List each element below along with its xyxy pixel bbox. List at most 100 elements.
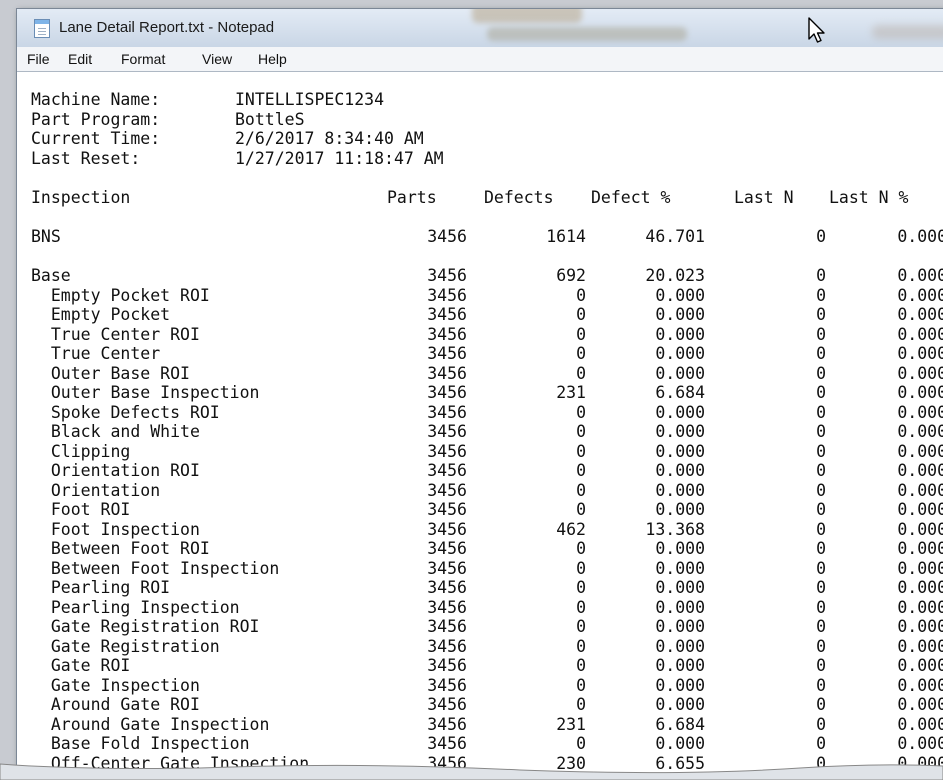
cell-inspection: Black and White bbox=[31, 422, 200, 441]
cell-parts: 3456 bbox=[427, 500, 467, 519]
header-line: Part Program: BottleS bbox=[17, 110, 943, 130]
header-value: 1/27/2017 11:18:47 AM bbox=[235, 148, 444, 168]
cell-last-n-pct: 0.000 bbox=[897, 227, 943, 246]
cell-last-n: 0 bbox=[816, 266, 826, 285]
background-window-blur bbox=[487, 27, 687, 41]
cell-last-n-pct: 0.000 bbox=[897, 695, 943, 714]
cell-last-n: 0 bbox=[816, 324, 826, 344]
cell-last-n: 0 bbox=[816, 675, 826, 695]
cell-inspection: Around Gate ROI bbox=[31, 695, 200, 714]
cell-defects: 692 bbox=[556, 266, 586, 285]
cell-last-n-pct: 0.000 bbox=[897, 383, 943, 402]
window-title: Lane Detail Report.txt - Notepad bbox=[59, 19, 275, 36]
table-row-summary: BNS 3456 1614 46.701 0 0.000 bbox=[17, 227, 943, 247]
cell-defect-pct: 0.000 bbox=[655, 656, 705, 675]
cell-last-n: 0 bbox=[816, 617, 826, 636]
cell-parts: 3456 bbox=[427, 519, 467, 539]
table-row: Empty Pocket ROI 3456 0 0.000 0 0.000 bbox=[17, 286, 943, 306]
cell-last-n-pct: 0.000 bbox=[897, 500, 943, 519]
notepad-icon[interactable] bbox=[34, 19, 50, 38]
text-editor[interactable]: Machine Name: INTELLISPEC1234 Part Program… bbox=[17, 71, 943, 779]
cell-defects: 0 bbox=[576, 363, 586, 383]
column-header: Inspection bbox=[31, 188, 131, 207]
cell-parts: 3456 bbox=[427, 675, 467, 695]
cell-defect-pct: 0.000 bbox=[655, 305, 705, 324]
cell-defect-pct: 0.000 bbox=[655, 597, 705, 617]
cell-inspection: Gate ROI bbox=[31, 656, 131, 675]
cell-parts: 3456 bbox=[427, 539, 467, 558]
cell-defects: 0 bbox=[576, 480, 586, 500]
column-header: Parts bbox=[387, 188, 437, 207]
menu-bar: File Edit Format View Help bbox=[17, 47, 943, 72]
cell-inspection: BNS bbox=[31, 227, 61, 246]
cell-inspection: Empty Pocket ROI bbox=[31, 285, 210, 305]
torn-edge bbox=[0, 763, 943, 780]
table-row: Gate Registration 3456 0 0.000 0 0.000 bbox=[17, 637, 943, 657]
cell-last-n: 0 bbox=[816, 539, 826, 558]
menu-edit[interactable]: Edit bbox=[68, 51, 92, 67]
cell-last-n: 0 bbox=[816, 714, 826, 734]
table-row: Between Foot Inspection 3456 0 0.000 0 0.000 bbox=[17, 559, 943, 579]
table-row: Pearling ROI 3456 0 0.000 0 0.000 bbox=[17, 578, 943, 598]
column-header: Defects bbox=[484, 188, 554, 207]
cell-last-n-pct: 0.000 bbox=[897, 266, 943, 285]
cell-defects: 0 bbox=[576, 344, 586, 363]
cell-defect-pct: 0.000 bbox=[655, 363, 705, 383]
cell-defects: 0 bbox=[576, 636, 586, 656]
cell-inspection: Around Gate Inspection bbox=[31, 714, 270, 734]
cell-defect-pct: 0.000 bbox=[655, 480, 705, 500]
cell-parts: 3456 bbox=[427, 305, 467, 324]
cell-inspection: Spoke Defects ROI bbox=[31, 402, 220, 422]
cell-last-n-pct: 0.000 bbox=[897, 363, 943, 383]
cell-inspection: Foot ROI bbox=[31, 500, 131, 519]
table-row: Spoke Defects ROI 3456 0 0.000 0 0.000 bbox=[17, 403, 943, 423]
cell-defect-pct: 0.000 bbox=[655, 578, 705, 597]
cell-inspection: Outer Base ROI bbox=[31, 363, 190, 383]
menu-file[interactable]: File bbox=[27, 51, 50, 67]
menu-view[interactable]: View bbox=[202, 51, 232, 67]
cell-defect-pct: 0.000 bbox=[655, 285, 705, 305]
cell-parts: 3456 bbox=[427, 480, 467, 500]
cell-last-n: 0 bbox=[816, 519, 826, 539]
cell-inspection: Orientation bbox=[31, 480, 161, 500]
menu-format[interactable]: Format bbox=[121, 51, 165, 67]
cell-parts: 3456 bbox=[427, 617, 467, 636]
cell-last-n-pct: 0.000 bbox=[897, 519, 943, 539]
cell-last-n-pct: 0.000 bbox=[897, 480, 943, 500]
table-row: Clipping 3456 0 0.000 0 0.000 bbox=[17, 442, 943, 462]
cell-last-n: 0 bbox=[816, 422, 826, 441]
cell-parts: 3456 bbox=[427, 285, 467, 305]
cell-parts: 3456 bbox=[427, 597, 467, 617]
menu-help[interactable]: Help bbox=[258, 51, 287, 67]
cell-last-n: 0 bbox=[816, 344, 826, 363]
cell-last-n-pct: 0.000 bbox=[897, 539, 943, 558]
cell-last-n: 0 bbox=[816, 383, 826, 402]
table-row: Black and White 3456 0 0.000 0 0.000 bbox=[17, 422, 943, 442]
mouse-pointer-icon bbox=[808, 17, 825, 43]
cell-defect-pct: 46.701 bbox=[645, 227, 705, 246]
cell-defects: 0 bbox=[576, 675, 586, 695]
cell-last-n-pct: 0.000 bbox=[897, 441, 943, 461]
cell-parts: 3456 bbox=[427, 656, 467, 675]
table-row: True Center ROI 3456 0 0.000 0 0.000 bbox=[17, 325, 943, 345]
notepad-window: Lane Detail Report.txt - Notepad File Ed… bbox=[16, 8, 943, 780]
cell-last-n: 0 bbox=[816, 480, 826, 500]
cell-defect-pct: 0.000 bbox=[655, 344, 705, 363]
cell-inspection: Empty Pocket bbox=[31, 305, 171, 324]
cell-defect-pct: 0.000 bbox=[655, 675, 705, 695]
table-row: Foot ROI 3456 0 0.000 0 0.000 bbox=[17, 500, 943, 520]
cell-inspection: Gate Inspection bbox=[31, 675, 200, 695]
table-row: Empty Pocket 3456 0 0.000 0 0.000 bbox=[17, 305, 943, 325]
cell-last-n-pct: 0.000 bbox=[897, 285, 943, 305]
cell-defect-pct: 6.684 bbox=[655, 383, 705, 402]
cell-defect-pct: 0.000 bbox=[655, 558, 705, 578]
title-bar[interactable]: Lane Detail Report.txt - Notepad bbox=[17, 9, 943, 47]
column-header: Defect % bbox=[591, 188, 671, 207]
table-header: Inspection Parts Defects Defect % Last N Last… bbox=[17, 188, 943, 208]
header-label: Current Time: bbox=[31, 129, 161, 148]
cell-last-n: 0 bbox=[816, 500, 826, 519]
cell-last-n-pct: 0.000 bbox=[897, 305, 943, 324]
cell-last-n-pct: 0.000 bbox=[897, 324, 943, 344]
table-row: Base 3456 692 20.023 0 0.000 bbox=[17, 266, 943, 286]
cell-last-n-pct: 0.000 bbox=[897, 675, 943, 695]
